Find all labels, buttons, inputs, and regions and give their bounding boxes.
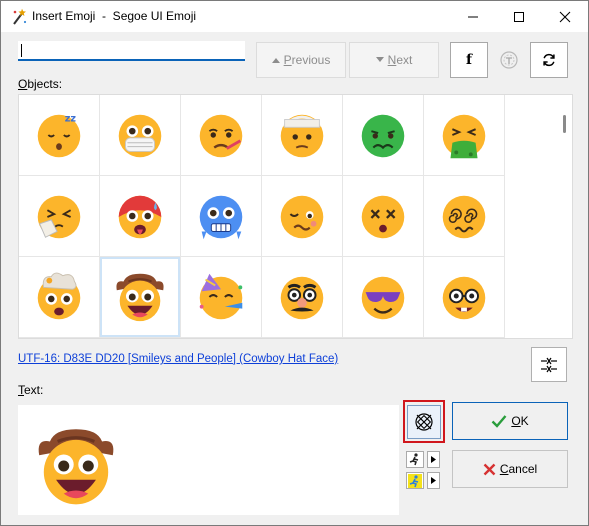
previous-button[interactable]: Previous [256, 42, 346, 78]
emoji-cell-nauseated-face[interactable] [343, 95, 424, 176]
text-caret [21, 44, 22, 57]
emoji-cell-woozy-face[interactable] [262, 176, 343, 257]
emoji-cell-face-with-head-bandage[interactable] [262, 95, 343, 176]
emoji-cell-face-with-thermometer[interactable] [181, 95, 262, 176]
symbol-font-inner [407, 404, 441, 439]
play-arrow-icon [431, 456, 436, 463]
face-with-spiral-eyes-icon [442, 195, 486, 239]
grid-scrollbar[interactable] [556, 95, 572, 338]
partying-face-icon [199, 273, 243, 320]
symbol-font-button[interactable] [403, 400, 445, 443]
minimize-button[interactable] [450, 1, 496, 32]
ok-label: OK [511, 414, 529, 428]
face-with-head-bandage-icon [280, 114, 324, 158]
emoji-cell-disguised-face[interactable] [262, 257, 343, 338]
emoji-cell-sleeping-face[interactable]: zz [19, 95, 100, 176]
emoji-cell-exploding-head[interactable] [19, 257, 100, 338]
emoji-cell-cowboy-hat-face[interactable] [100, 257, 181, 338]
checkmark-icon [491, 415, 507, 428]
woozy-face-icon [280, 195, 324, 239]
close-button[interactable] [542, 1, 588, 32]
runner-icon [409, 453, 419, 466]
sneezing-face-icon [37, 195, 81, 239]
convert-icon [541, 357, 557, 372]
insert-emoji-dialog: Insert Emoji - Segoe UI Emoji Previous N… [0, 0, 589, 526]
scroll-thumb[interactable] [563, 115, 566, 133]
title-bar: Insert Emoji - Segoe UI Emoji [1, 1, 588, 32]
close-icon [559, 11, 571, 22]
triangle-down-icon [375, 57, 384, 62]
text-preview-area[interactable] [18, 405, 399, 515]
category-label: Objects: [18, 77, 63, 91]
cowboy-hat-face-icon [116, 273, 164, 322]
font-button-label: f [465, 52, 473, 68]
play-arrow-icon [431, 477, 436, 484]
emoji-cell-cold-face[interactable] [181, 176, 262, 257]
ok-button[interactable]: OK [452, 402, 568, 440]
tp-icon [500, 51, 518, 69]
refresh-button[interactable] [530, 42, 568, 78]
emoji-cell-face-with-medical-mask[interactable] [100, 95, 181, 176]
emoji-cell-hot-face[interactable] [100, 176, 181, 257]
minimize-icon [468, 16, 478, 17]
transparency-button[interactable] [492, 42, 526, 78]
text-label: Text: [18, 383, 44, 397]
face-with-medical-mask-icon [118, 114, 162, 158]
search-input[interactable] [18, 41, 245, 61]
next-label: Next [387, 53, 413, 67]
triangle-up-icon [271, 58, 280, 63]
maximize-button[interactable] [496, 1, 542, 32]
nauseated-face-icon [361, 114, 405, 158]
runner-color-icon [408, 473, 422, 488]
emoji-cell-smiling-face-with-sunglasses[interactable] [343, 257, 424, 338]
emoji-cell-face-with-spiral-eyes[interactable] [424, 176, 505, 257]
face-with-thermometer-icon [199, 114, 243, 158]
disguised-face-icon [280, 276, 324, 320]
refresh-icon [543, 53, 555, 67]
emoji-cell-sneezing-face[interactable] [19, 176, 100, 257]
sleeping-face-icon: zz [37, 113, 81, 158]
font-button[interactable]: f [450, 42, 488, 78]
runner-color-button[interactable] [406, 472, 424, 489]
nerd-face-icon [442, 276, 486, 320]
window-title: Insert Emoji - Segoe UI Emoji [32, 9, 197, 23]
smiling-face-with-sunglasses-icon [361, 276, 405, 320]
svg-text:zz: zz [65, 113, 77, 124]
exploding-head-icon [37, 272, 81, 320]
face-vomiting-icon [442, 114, 486, 159]
hot-face-icon [118, 195, 162, 239]
cancel-label: Cancel [499, 462, 538, 476]
cancel-x-icon [483, 463, 496, 475]
previous-label: Previous [283, 53, 331, 67]
dizzy-face-icon [361, 195, 405, 239]
emoji-cell-nerd-face[interactable] [424, 257, 505, 338]
convert-button[interactable] [531, 347, 567, 382]
emoji-cell-face-vomiting[interactable] [424, 95, 505, 176]
wand-app-icon [13, 8, 27, 25]
cold-face-icon [199, 195, 243, 240]
cancel-button[interactable]: Cancel [452, 450, 568, 488]
celtic-knot-icon [415, 412, 433, 431]
emoji-cell-dizzy-face[interactable] [343, 176, 424, 257]
utf-info-link[interactable]: UTF-16: D83E DD20 [Smileys and People] (… [18, 353, 338, 365]
runner-color-arrow-button[interactable] [427, 472, 440, 489]
cowboy-hat-face-preview-icon [38, 429, 114, 505]
emoji-cell-partying-face[interactable] [181, 257, 262, 338]
runner-dark-arrow-button[interactable] [427, 451, 440, 468]
emoji-grid-cells: zz [19, 95, 505, 338]
next-button[interactable]: Next [349, 42, 439, 78]
runner-dark-button[interactable] [406, 451, 424, 468]
emoji-grid: zz [18, 94, 573, 339]
maximize-icon [514, 11, 524, 22]
